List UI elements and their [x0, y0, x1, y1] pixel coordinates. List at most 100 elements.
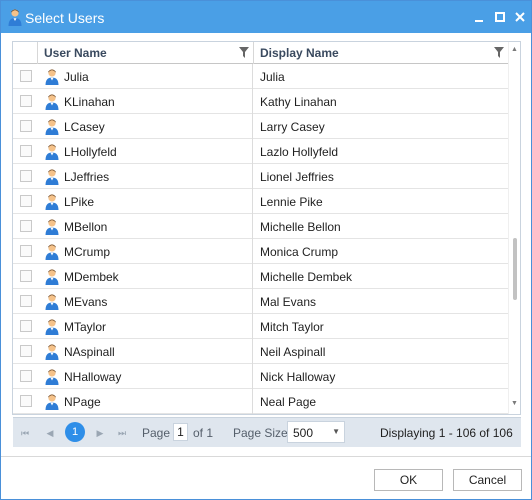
row-checkbox[interactable]	[20, 245, 32, 257]
display-name-cell: Neil Aspinall	[254, 339, 508, 364]
display-name-cell: Julia	[254, 64, 508, 89]
display-name-cell: Kathy Linahan	[254, 89, 508, 114]
user-icon	[45, 244, 59, 260]
row-checkbox[interactable]	[20, 95, 32, 107]
row-checkbox[interactable]	[20, 170, 32, 182]
user-name: LJeffries	[64, 170, 110, 184]
user-name: MDembek	[64, 270, 119, 284]
maximize-button[interactable]	[490, 7, 510, 27]
display-name: Lennie Pike	[260, 195, 323, 209]
user-name-cell: NAspinall	[38, 339, 253, 364]
filter-icon[interactable]	[239, 47, 249, 58]
table-row[interactable]: NHalloway Nick Halloway	[13, 364, 508, 389]
display-name-cell: Michelle Bellon	[254, 214, 508, 239]
previous-page-button[interactable]: ◀	[40, 423, 60, 443]
display-name: Michelle Bellon	[260, 220, 341, 234]
table-row[interactable]: MBellon Michelle Bellon	[13, 214, 508, 239]
column-header-label: User Name	[44, 46, 107, 60]
row-select-cell	[13, 364, 38, 389]
chevron-down-icon: ▼	[332, 427, 340, 436]
displaying-status: Displaying 1 - 106 of 106	[380, 426, 513, 440]
row-checkbox[interactable]	[20, 370, 32, 382]
table-row[interactable]: LHollyfeld Lazlo Hollyfeld	[13, 139, 508, 164]
page-number-input[interactable]: 1	[173, 423, 188, 441]
users-grid: User Name Display Name Julia Julia KLinaha…	[12, 41, 521, 415]
user-icon	[45, 144, 59, 160]
user-name-cell: LHollyfeld	[38, 139, 253, 164]
table-row[interactable]: LCasey Larry Casey	[13, 114, 508, 139]
vertical-scrollbar[interactable]: ▲ ▼	[508, 42, 520, 414]
user-name: MBellon	[64, 220, 108, 234]
table-row[interactable]: NPage Neal Page	[13, 389, 508, 414]
pager: ⏮ ◀ 1 ▶ ⏭ Page 1 of 1 Page Size: 500 ▼ D…	[13, 417, 521, 447]
user-icon	[45, 294, 59, 310]
row-checkbox[interactable]	[20, 295, 32, 307]
select-all-header	[13, 42, 38, 64]
ok-button[interactable]: OK	[374, 469, 443, 491]
table-row[interactable]: MEvans Mal Evans	[13, 289, 508, 314]
user-name-cell: LPike	[38, 189, 253, 214]
display-name-cell: Monica Crump	[254, 239, 508, 264]
table-row[interactable]: MTaylor Mitch Taylor	[13, 314, 508, 339]
user-icon	[45, 194, 59, 210]
last-page-button[interactable]: ⏭	[112, 423, 132, 443]
user-name: MCrump	[64, 245, 111, 259]
row-checkbox[interactable]	[20, 270, 32, 282]
row-checkbox[interactable]	[20, 220, 32, 232]
display-name: Mal Evans	[260, 295, 317, 309]
user-name: KLinahan	[64, 95, 115, 109]
user-name: LCasey	[64, 120, 105, 134]
row-checkbox[interactable]	[20, 120, 32, 132]
user-icon	[8, 9, 22, 26]
table-row[interactable]: NAspinall Neil Aspinall	[13, 339, 508, 364]
user-name-cell: MDembek	[38, 264, 253, 289]
user-name-cell: KLinahan	[38, 89, 253, 114]
row-checkbox[interactable]	[20, 195, 32, 207]
row-select-cell	[13, 114, 38, 139]
display-name-cell: Lionel Jeffries	[254, 164, 508, 189]
display-name-cell: Lazlo Hollyfeld	[254, 139, 508, 164]
table-row[interactable]: KLinahan Kathy Linahan	[13, 89, 508, 114]
close-button[interactable]	[510, 7, 530, 27]
scroll-up-icon[interactable]: ▲	[511, 46, 518, 53]
user-icon	[45, 319, 59, 335]
page-size-select[interactable]: 500 ▼	[287, 421, 345, 443]
row-select-cell	[13, 89, 38, 114]
column-header-user-name[interactable]: User Name	[38, 42, 254, 64]
row-checkbox[interactable]	[20, 70, 32, 82]
display-name-cell: Mitch Taylor	[254, 314, 508, 339]
current-page-button[interactable]: 1	[65, 422, 85, 442]
first-page-button[interactable]: ⏮	[15, 423, 35, 443]
select-users-dialog: Select Users User Name Display Name Juli…	[0, 0, 532, 500]
minimize-button[interactable]	[469, 7, 489, 27]
column-header-display-name[interactable]: Display Name	[254, 42, 508, 64]
display-name: Mitch Taylor	[260, 320, 324, 334]
user-icon	[45, 119, 59, 135]
table-row[interactable]: Julia Julia	[13, 64, 508, 89]
display-name: Lazlo Hollyfeld	[260, 145, 339, 159]
table-row[interactable]: MCrump Monica Crump	[13, 239, 508, 264]
display-name-cell: Larry Casey	[254, 114, 508, 139]
grid-rows: Julia Julia KLinahan Kathy Linahan LCasey Lar…	[13, 64, 508, 414]
user-icon	[45, 69, 59, 85]
user-name: NAspinall	[64, 345, 115, 359]
user-icon	[45, 94, 59, 110]
scroll-thumb[interactable]	[513, 238, 517, 300]
grid-header: User Name Display Name	[13, 42, 508, 64]
table-row[interactable]: MDembek Michelle Dembek	[13, 264, 508, 289]
row-checkbox[interactable]	[20, 145, 32, 157]
display-name: Larry Casey	[260, 120, 325, 134]
row-select-cell	[13, 239, 38, 264]
cancel-button[interactable]: Cancel	[453, 469, 522, 491]
table-row[interactable]: LPike Lennie Pike	[13, 189, 508, 214]
next-page-button[interactable]: ▶	[90, 423, 110, 443]
row-checkbox[interactable]	[20, 395, 32, 407]
row-checkbox[interactable]	[20, 320, 32, 332]
row-checkbox[interactable]	[20, 345, 32, 357]
scroll-down-icon[interactable]: ▼	[511, 400, 518, 407]
table-row[interactable]: LJeffries Lionel Jeffries	[13, 164, 508, 189]
user-name-cell: MTaylor	[38, 314, 253, 339]
filter-icon[interactable]	[494, 47, 504, 58]
user-name-cell: MBellon	[38, 214, 253, 239]
user-name: MTaylor	[64, 320, 107, 334]
